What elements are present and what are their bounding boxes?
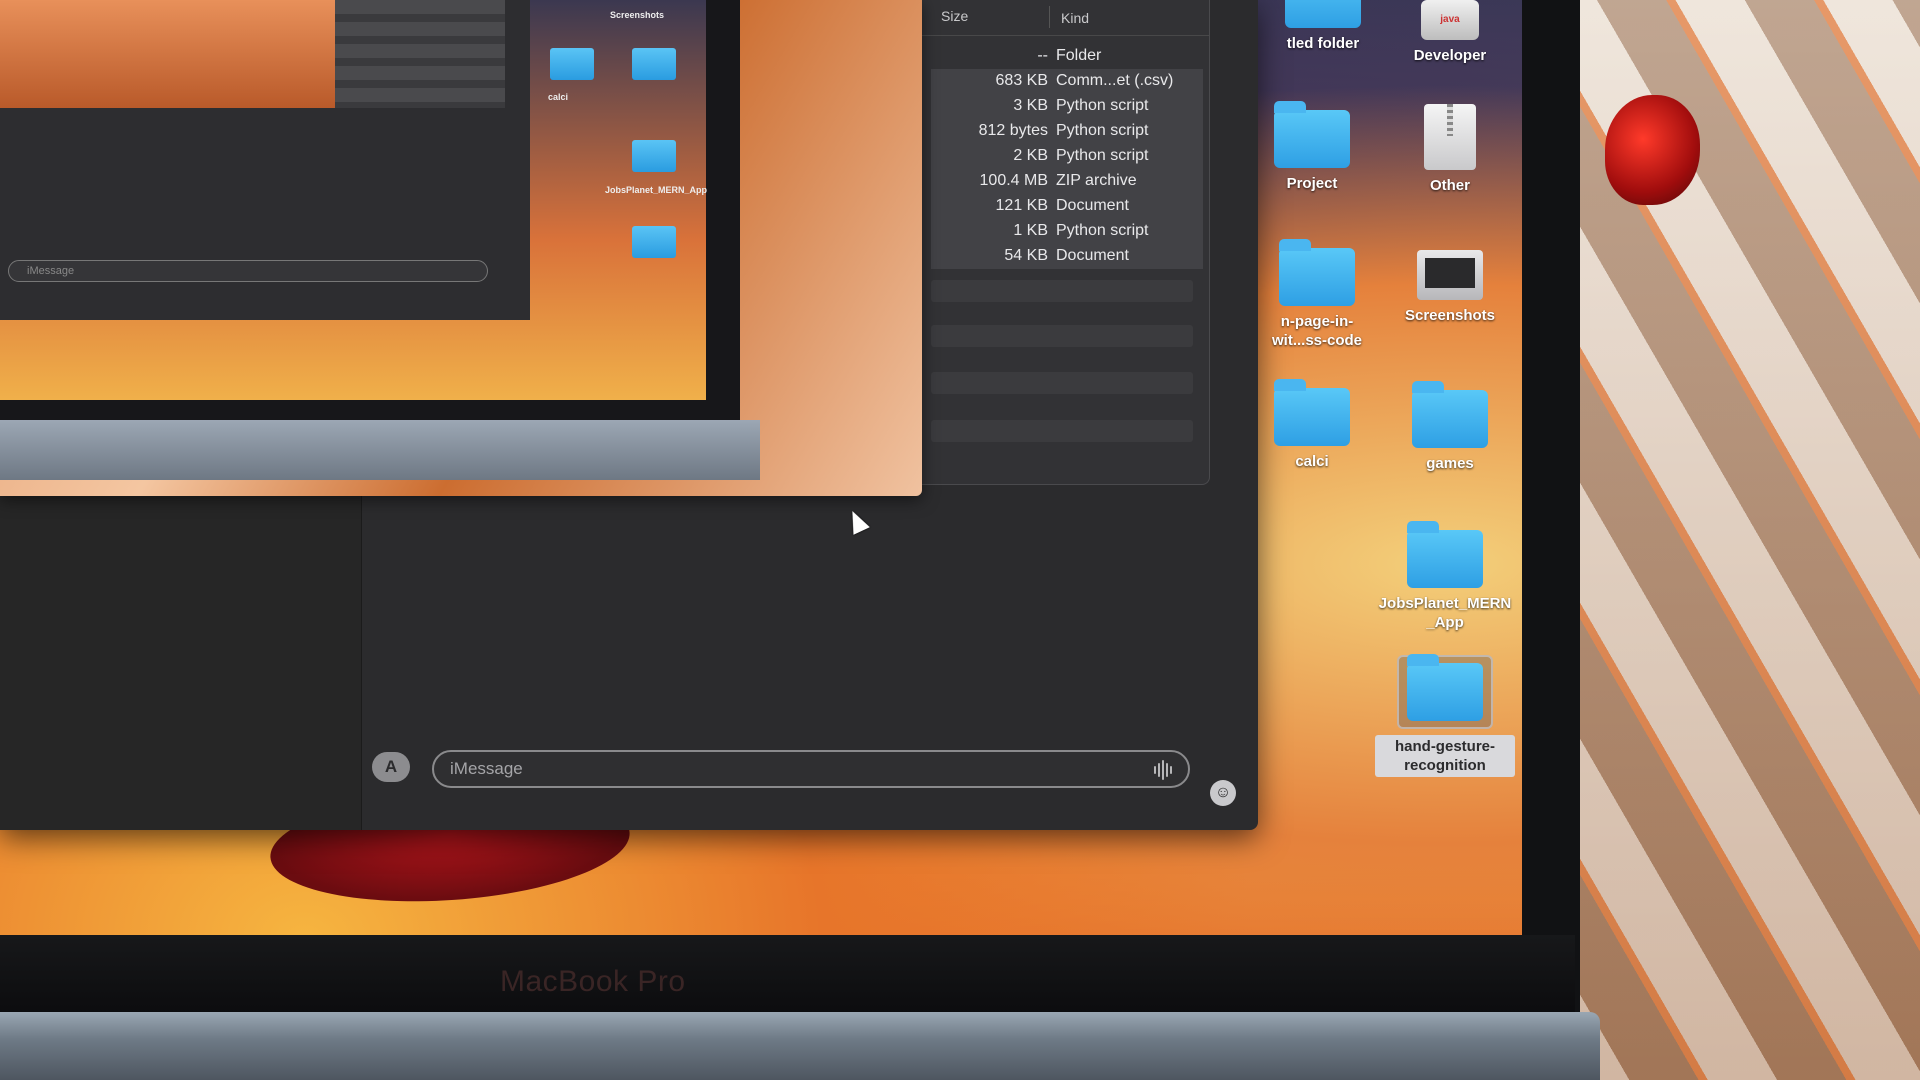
finder-row[interactable]: -- Folder — [931, 44, 1203, 69]
desktop-item-other[interactable]: Other — [1395, 104, 1505, 195]
file-size: 100.4 MB — [979, 172, 1048, 189]
laptop-body: A iMessage ☺ Size Kind -- Folder 683 KB … — [0, 0, 1580, 1080]
thumbnail-imessage-input: iMessage — [8, 260, 488, 282]
file-kind: Comm...et (.csv) — [1056, 72, 1174, 89]
screenshot-thumbnail[interactable]: iMessage calci JobsPlanet_MERN_App Scree… — [0, 0, 922, 496]
desktop-screen: A iMessage ☺ Size Kind -- Folder 683 KB … — [0, 0, 1522, 940]
app-store-button[interactable]: A — [372, 752, 410, 782]
laptop-brand-label: MacBook Pro — [500, 965, 686, 998]
desktop-item-page-code[interactable]: n-page-in- wit...ss-code — [1262, 239, 1372, 350]
folder-icon — [1285, 0, 1361, 28]
empty-row — [931, 372, 1193, 394]
thumbnail-folder-label: JobsPlanet_MERN_App — [605, 185, 708, 195]
thumbnail-laptop-base — [0, 420, 760, 480]
emoji-button[interactable]: ☺ — [1210, 780, 1236, 806]
desktop-item-label: Project — [1286, 175, 1338, 192]
thumbnail-folder-icon — [632, 140, 676, 172]
folder-icon — [1407, 521, 1483, 588]
file-kind: Python script — [1056, 97, 1149, 114]
desktop-item-screenshots[interactable]: Screenshots — [1390, 250, 1510, 325]
desktop-item-hand-gesture[interactable]: hand-gesture- recognition — [1375, 654, 1515, 777]
thumbnail-folder-label: calci — [548, 92, 569, 102]
background-flower — [1605, 95, 1700, 205]
column-divider[interactable] — [1049, 6, 1050, 28]
file-kind: Python script — [1056, 147, 1149, 164]
kind-column-header[interactable]: Kind — [1061, 10, 1089, 26]
imessage-input[interactable]: iMessage — [432, 750, 1190, 788]
file-size: 121 KB — [995, 197, 1048, 214]
desktop-item-label: games — [1426, 455, 1474, 472]
app-store-icon: A — [384, 757, 398, 776]
imessage-placeholder: iMessage — [450, 759, 523, 778]
finder-row[interactable]: 100.4 MB ZIP archive — [931, 169, 1203, 194]
desktop-item-label: n-page-in- wit...ss-code — [1271, 313, 1363, 349]
folder-icon — [1274, 379, 1350, 446]
file-size: 2 KB — [1013, 147, 1048, 164]
finder-row[interactable]: 3 KB Python script — [931, 94, 1203, 119]
desktop-item-developer[interactable]: java Developer — [1395, 0, 1505, 65]
file-size: -- — [1037, 47, 1048, 64]
messages-sidebar — [0, 470, 362, 830]
desktop-item-label: Developer — [1413, 47, 1487, 64]
thumbnail-window: iMessage — [0, 0, 530, 320]
thumbnail-laptop: iMessage calci JobsPlanet_MERN_App Scree… — [0, 0, 740, 440]
message-composer: A iMessage ☺ — [362, 740, 1258, 830]
size-column-header[interactable]: Size — [941, 8, 968, 24]
emoji-icon: ☺ — [1214, 784, 1232, 801]
file-size: 3 KB — [1013, 97, 1048, 114]
thumbnail-folder-icon — [550, 48, 594, 80]
file-kind: Folder — [1056, 47, 1102, 64]
finder-row[interactable]: 812 bytes Python script — [931, 119, 1203, 144]
desktop-item-label: tled folder — [1286, 35, 1360, 52]
file-kind: ZIP archive — [1056, 172, 1137, 189]
empty-row — [931, 420, 1193, 442]
audio-message-icon[interactable] — [1154, 759, 1176, 781]
finder-rows: -- Folder 683 KB Comm...et (.csv) 3 KB Pyth… — [931, 44, 1203, 269]
file-size: 683 KB — [995, 72, 1048, 89]
java-icon: java — [1421, 0, 1479, 40]
finder-list-window: Size Kind -- Folder 683 KB Comm...et (.csv… — [920, 0, 1210, 485]
thumbnail-inner-list — [335, 0, 505, 108]
file-size: 1 KB — [1013, 222, 1048, 239]
folder-icon — [1407, 654, 1483, 721]
finder-row[interactable]: 121 KB Document — [931, 194, 1203, 219]
thumbnail-folder-label: Screenshots — [610, 10, 665, 20]
thumbnail-folder-icon — [632, 48, 676, 80]
desktop-item-label: JobsPlanet_MERN _App — [1378, 595, 1512, 631]
thumbnail-desktop: iMessage calci JobsPlanet_MERN_App Scree… — [0, 0, 708, 400]
selection-frame — [1397, 654, 1493, 729]
desktop-item-jobsplanet[interactable]: JobsPlanet_MERN _App — [1365, 521, 1522, 632]
file-size: 812 bytes — [978, 122, 1048, 139]
desktop-item-project[interactable]: Project — [1262, 101, 1362, 193]
finder-row[interactable]: 1 KB Python script — [931, 219, 1203, 244]
desktop-item-label: hand-gesture- recognition — [1375, 735, 1515, 777]
folder-icon — [1274, 101, 1350, 168]
finder-row[interactable]: 2 KB Python script — [931, 144, 1203, 169]
screenshots-icon — [1417, 250, 1483, 300]
file-kind: Document — [1056, 247, 1129, 264]
folder-icon — [1279, 239, 1355, 306]
desktop-item-label: calci — [1295, 453, 1329, 470]
file-kind: Python script — [1056, 122, 1149, 139]
desktop-item-label: Screenshots — [1404, 307, 1496, 324]
file-size: 54 KB — [1004, 247, 1048, 264]
desktop-item-calci[interactable]: calci — [1262, 379, 1362, 471]
finder-row[interactable]: 683 KB Comm...et (.csv) — [931, 69, 1203, 94]
desktop-item-label: Other — [1429, 177, 1470, 194]
desktop-item-untitled-folder[interactable]: tled folder — [1268, 0, 1378, 53]
file-kind: Python script — [1056, 222, 1149, 239]
empty-row — [931, 280, 1193, 302]
desktop-item-games[interactable]: games — [1395, 381, 1505, 473]
empty-row — [931, 325, 1193, 347]
laptop-base — [0, 1012, 1600, 1080]
file-kind: Document — [1056, 197, 1129, 214]
thumbnail-inner-preview — [0, 0, 335, 108]
laptop-chin — [0, 935, 1575, 1015]
zip-icon — [1424, 104, 1476, 170]
finder-column-header: Size Kind — [921, 0, 1209, 36]
thumbnail-folder-icon — [632, 226, 676, 258]
folder-icon — [1412, 381, 1488, 448]
finder-row[interactable]: 54 KB Document — [931, 244, 1203, 269]
